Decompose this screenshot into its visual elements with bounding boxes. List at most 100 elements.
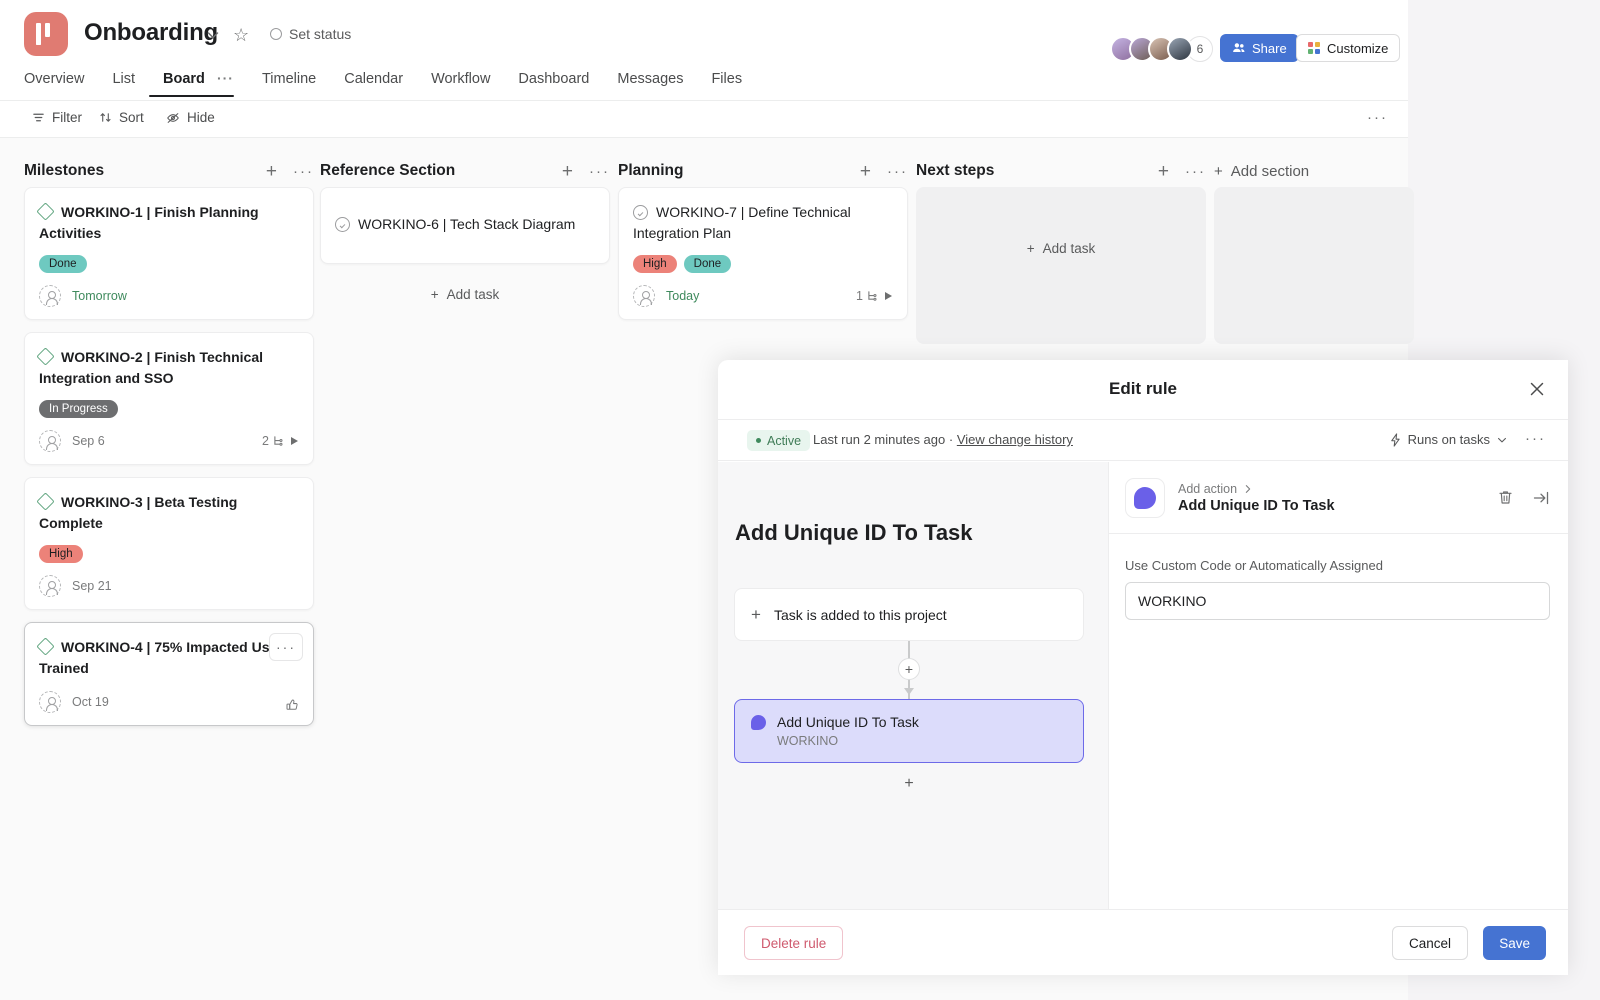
set-status-button[interactable]: Set status xyxy=(270,26,351,42)
share-button[interactable]: Share xyxy=(1220,34,1299,62)
plus-icon: + xyxy=(1214,163,1223,180)
collapse-panel-icon[interactable] xyxy=(1532,489,1550,507)
tab-timeline[interactable]: Timeline xyxy=(248,71,330,97)
modal-more-icon[interactable]: ··· xyxy=(1525,430,1546,447)
milestone-diamond-icon xyxy=(36,492,54,510)
hide-button[interactable]: Hide xyxy=(166,110,215,125)
column-more-icon[interactable]: ··· xyxy=(887,163,908,180)
filter-icon xyxy=(32,111,45,124)
empty-column-dropzone[interactable]: + Add task xyxy=(916,187,1206,344)
flow-connector: + xyxy=(734,641,1084,699)
customize-button[interactable]: Customize xyxy=(1296,34,1400,62)
member-avatars[interactable]: 6 xyxy=(1110,36,1213,62)
column-more-icon[interactable]: ··· xyxy=(589,163,610,180)
task-card[interactable]: WORKINO-3 | Beta Testing Complete High S… xyxy=(24,477,314,610)
new-section-dropzone[interactable] xyxy=(1214,187,1414,344)
subtask-branch-icon xyxy=(273,435,286,447)
expand-triangle-icon[interactable] xyxy=(884,291,893,301)
trigger-node[interactable]: + Task is added to this project xyxy=(734,588,1084,641)
due-date[interactable]: Sep 21 xyxy=(72,579,112,593)
status-badge[interactable]: In Progress xyxy=(39,400,118,418)
task-complete-check-icon[interactable] xyxy=(633,205,648,220)
people-icon xyxy=(1232,41,1246,55)
delete-rule-button[interactable]: Delete rule xyxy=(744,926,843,960)
sort-label: Sort xyxy=(119,110,144,125)
connector-arrow-icon xyxy=(904,688,914,695)
card-more-icon[interactable]: ··· xyxy=(269,633,303,661)
thumbs-up-icon[interactable] xyxy=(285,697,299,711)
column-more-icon[interactable]: ··· xyxy=(1185,163,1206,180)
assignee-avatar-placeholder[interactable] xyxy=(39,691,61,713)
lightning-bolt-icon xyxy=(1389,433,1402,447)
action-title: Add Unique ID To Task xyxy=(777,714,919,730)
subtask-indicator[interactable]: 1 xyxy=(856,289,893,303)
task-complete-check-icon[interactable] xyxy=(335,217,350,232)
board-column-reference-section: Reference Section + ··· WORKINO-6 | Tech… xyxy=(320,155,610,312)
add-task-icon[interactable]: + xyxy=(860,162,871,181)
add-task-icon[interactable]: + xyxy=(1158,162,1169,181)
add-step-end[interactable]: + xyxy=(734,775,1084,793)
status-badge[interactable]: Done xyxy=(39,255,87,273)
task-card[interactable]: WORKINO-7 | Define Technical Integration… xyxy=(618,187,908,320)
add-task-icon[interactable]: + xyxy=(266,162,277,181)
tab-list[interactable]: List xyxy=(98,71,149,97)
last-run-text: Last run 2 minutes ago · View change his… xyxy=(813,432,1073,447)
avatar[interactable] xyxy=(1167,36,1193,62)
view-change-history-link[interactable]: View change history xyxy=(957,432,1073,447)
last-run-label: Last run 2 minutes ago · xyxy=(813,432,957,447)
tab-workflow[interactable]: Workflow xyxy=(417,71,504,97)
trigger-label: Task is added to this project xyxy=(774,607,947,623)
status-badge[interactable]: Done xyxy=(684,255,732,273)
action-node[interactable]: Add Unique ID To Task WORKINO xyxy=(734,699,1084,763)
assignee-avatar-placeholder[interactable] xyxy=(633,285,655,307)
tab-files[interactable]: Files xyxy=(697,71,756,97)
sort-button[interactable]: Sort xyxy=(99,110,144,125)
panel-header: Add action Add Unique ID To Task xyxy=(1109,462,1568,534)
priority-badge[interactable]: High xyxy=(633,255,677,273)
task-card[interactable]: WORKINO-1 | Finish Planning Activities D… xyxy=(24,187,314,320)
column-header: + Add section xyxy=(1214,155,1414,187)
add-task-button[interactable]: + Add task xyxy=(320,276,610,312)
board-column-next-steps: Next steps + ··· + Add task xyxy=(916,155,1206,344)
assignee-avatar-placeholder[interactable] xyxy=(39,430,61,452)
due-date[interactable]: Today xyxy=(666,289,699,303)
column-title: Reference Section xyxy=(320,162,562,180)
task-card[interactable]: WORKINO-4 | 75% Impacted Users Trained ·… xyxy=(24,622,314,726)
due-date[interactable]: Oct 19 xyxy=(72,695,109,709)
assignee-avatar-placeholder[interactable] xyxy=(39,575,61,597)
column-more-icon[interactable]: ··· xyxy=(293,163,314,180)
tab-board-more-icon[interactable]: ··· xyxy=(217,70,234,86)
add-section-column: + Add section xyxy=(1214,155,1414,344)
insert-step-button[interactable]: + xyxy=(898,658,920,680)
task-card[interactable]: WORKINO-2 | Finish Technical Integration… xyxy=(24,332,314,465)
tab-calendar[interactable]: Calendar xyxy=(330,71,417,97)
favorite-star-icon[interactable]: ☆ xyxy=(233,25,249,46)
priority-badge[interactable]: High xyxy=(39,545,83,563)
add-task-icon[interactable]: + xyxy=(562,162,573,181)
subtask-indicator[interactable]: 2 xyxy=(262,434,299,448)
set-status-label: Set status xyxy=(289,26,351,42)
due-date[interactable]: Tomorrow xyxy=(72,289,127,303)
eye-slash-icon xyxy=(166,111,180,125)
save-button[interactable]: Save xyxy=(1483,926,1546,960)
trash-icon[interactable] xyxy=(1497,489,1514,506)
cancel-button[interactable]: Cancel xyxy=(1392,926,1468,960)
toolbar-more-icon[interactable]: ··· xyxy=(1367,109,1388,126)
panel-breadcrumb[interactable]: Add action xyxy=(1178,482,1335,496)
due-date[interactable]: Sep 6 xyxy=(72,434,105,448)
close-icon[interactable] xyxy=(1528,380,1546,398)
runs-on-dropdown[interactable]: Runs on tasks xyxy=(1389,432,1508,447)
tab-board[interactable]: Board ··· xyxy=(149,70,248,97)
tab-dashboard[interactable]: Dashboard xyxy=(504,71,603,97)
custom-code-input[interactable] xyxy=(1125,582,1550,620)
filter-button[interactable]: Filter xyxy=(32,110,82,125)
chevron-down-icon[interactable] xyxy=(205,27,221,43)
tab-messages[interactable]: Messages xyxy=(603,71,697,97)
tab-overview[interactable]: Overview xyxy=(24,71,98,97)
task-card[interactable]: WORKINO-6 | Tech Stack Diagram xyxy=(320,187,610,264)
expand-triangle-icon[interactable] xyxy=(290,436,299,446)
add-task-button[interactable]: + Add task xyxy=(1027,241,1095,256)
panel-fields: Use Custom Code or Automatically Assigne… xyxy=(1109,534,1568,620)
assignee-avatar-placeholder[interactable] xyxy=(39,285,61,307)
add-section-button[interactable]: + Add section xyxy=(1214,163,1309,180)
